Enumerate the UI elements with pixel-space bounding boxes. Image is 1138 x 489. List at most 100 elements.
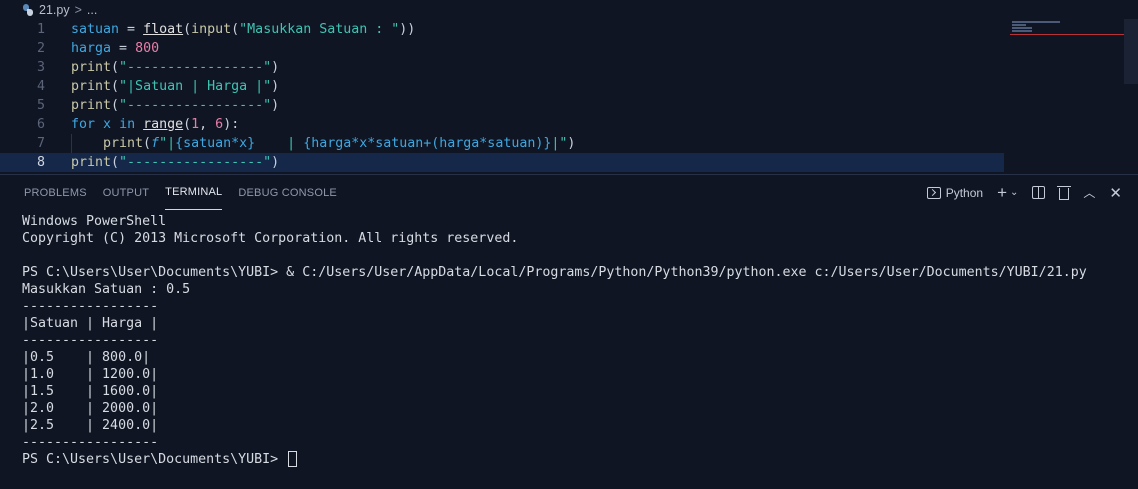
token-keyword: in bbox=[119, 117, 136, 132]
token-function: print bbox=[71, 79, 112, 94]
plus-icon: + bbox=[997, 182, 1008, 202]
terminal-prompt-line[interactable]: PS C:\Users\User\Documents\YUBI> bbox=[22, 451, 1087, 468]
token-variable: x bbox=[95, 117, 120, 132]
code-text: print("|Satuan | Harga |") bbox=[71, 79, 279, 94]
code-line[interactable]: 6 for x in range(1, 6): bbox=[0, 115, 1004, 134]
token-paren: ) bbox=[271, 60, 280, 75]
chevron-right-icon: > bbox=[74, 2, 82, 17]
python-file-icon bbox=[22, 3, 34, 16]
token-function: print bbox=[103, 136, 144, 151]
token-interpolation: {satuan*x} bbox=[175, 136, 256, 151]
terminal-line: |1.5 | 1600.0| bbox=[22, 384, 159, 399]
token-string: "|Satuan | Harga |" bbox=[119, 79, 272, 94]
token-function: range bbox=[143, 117, 184, 132]
code-text: for x in range(1, 6): bbox=[71, 117, 239, 132]
terminal-line: ----------------- bbox=[22, 333, 159, 348]
line-number: 7 bbox=[36, 136, 45, 151]
token-variable: satuan bbox=[71, 22, 120, 37]
line-number: 5 bbox=[36, 98, 45, 113]
token-paren: ) bbox=[271, 98, 280, 113]
line-number: 2 bbox=[36, 41, 45, 56]
token-string: "-----------------" bbox=[119, 155, 272, 170]
token-string: "-----------------" bbox=[119, 98, 272, 113]
tab-terminal[interactable]: TERMINAL bbox=[165, 175, 223, 210]
line-number: 8 bbox=[36, 155, 45, 170]
code-line[interactable]: 1 satuan = float(input("Masukkan Satuan … bbox=[0, 20, 1004, 39]
terminal-line: |2.5 | 2400.0| bbox=[22, 418, 159, 433]
token-paren: ( bbox=[183, 22, 192, 37]
token-function: print bbox=[71, 98, 112, 113]
terminal-line: Windows PowerShell bbox=[22, 214, 167, 229]
token-comma: , bbox=[199, 117, 216, 132]
token-string: |" bbox=[551, 136, 568, 151]
terminal-prompt: PS C:\Users\User\Documents\YUBI> bbox=[22, 452, 279, 467]
token-keyword: for bbox=[71, 117, 96, 132]
code-text: print("-----------------") bbox=[71, 98, 279, 113]
token-paren: ( bbox=[111, 155, 120, 170]
terminal-cursor bbox=[288, 451, 298, 467]
tab-output[interactable]: OUTPUT bbox=[103, 175, 149, 210]
code-line-current[interactable]: 8 print("-----------------") bbox=[0, 153, 1004, 172]
token-paren: ( bbox=[111, 79, 120, 94]
line-number: 1 bbox=[36, 22, 45, 37]
code-text: satuan = float(input("Masukkan Satuan : … bbox=[71, 22, 415, 37]
token-paren: ( bbox=[111, 98, 120, 113]
token-paren: ( bbox=[183, 117, 192, 132]
token-paren: ): bbox=[223, 117, 240, 132]
breadcrumb: 21.py > ... bbox=[0, 0, 1138, 19]
new-terminal-button[interactable]: + ⌄ bbox=[997, 183, 1018, 203]
code-text: harga = 800 bbox=[71, 41, 159, 56]
split-terminal-button[interactable] bbox=[1032, 186, 1046, 199]
token-interpolation: {harga*x*satuan+(harga*satuan)} bbox=[303, 136, 552, 151]
line-number: 4 bbox=[36, 79, 45, 94]
token-paren: ( bbox=[111, 60, 120, 75]
terminal-line: ----------------- bbox=[22, 435, 159, 450]
token-paren: ) bbox=[271, 155, 280, 170]
maximize-panel-button[interactable]: ︿ bbox=[1083, 184, 1095, 201]
terminal-icon bbox=[926, 186, 941, 199]
token-variable: harga bbox=[71, 41, 112, 56]
close-panel-button[interactable]: ✕ bbox=[1109, 184, 1122, 202]
code-line[interactable]: 2 harga = 800 bbox=[0, 39, 1004, 58]
close-icon: ✕ bbox=[1109, 184, 1122, 202]
token-paren: ) bbox=[567, 136, 576, 151]
token-operator: = bbox=[119, 22, 144, 37]
shell-label: Python bbox=[945, 185, 984, 200]
token-fstring-prefix: f bbox=[151, 136, 160, 151]
code-line[interactable]: 5 print("-----------------") bbox=[0, 96, 1004, 115]
token-string: | bbox=[255, 136, 304, 151]
code-line[interactable]: 7 print(f"|{satuan*x} | {harga*x*satuan+… bbox=[0, 134, 1004, 153]
terminal-shell-selector[interactable]: Python bbox=[926, 185, 984, 200]
breadcrumb-file[interactable]: 21.py bbox=[39, 3, 70, 17]
breadcrumb-rest[interactable]: ... bbox=[87, 3, 97, 17]
code-text: print(f"|{satuan*x} | {harga*x*satuan+(h… bbox=[103, 136, 575, 151]
token-function: print bbox=[71, 60, 112, 75]
editor-scrollbar[interactable] bbox=[1124, 19, 1138, 84]
terminal-output[interactable]: Windows PowerShell Copyright (C) 2013 Mi… bbox=[22, 213, 1087, 468]
token-number: 6 bbox=[215, 117, 224, 132]
token-function: input bbox=[191, 22, 232, 37]
code-editor[interactable]: 1 satuan = float(input("Masukkan Satuan … bbox=[0, 19, 1138, 172]
terminal-line: PS C:\Users\User\Documents\YUBI> & C:/Us… bbox=[22, 265, 1087, 280]
token-paren: ( bbox=[143, 136, 152, 151]
kill-terminal-button[interactable] bbox=[1057, 185, 1072, 200]
tab-problems[interactable]: PROBLEMS bbox=[24, 175, 87, 210]
chevron-down-icon[interactable]: ⌄ bbox=[1010, 187, 1018, 198]
token-number: 800 bbox=[135, 41, 160, 56]
code-line[interactable]: 3 print("-----------------") bbox=[0, 58, 1004, 77]
split-icon bbox=[1032, 186, 1046, 199]
tab-debug-console[interactable]: DEBUG CONSOLE bbox=[238, 175, 337, 210]
token-operator: = bbox=[111, 41, 136, 56]
token-paren: ) bbox=[271, 79, 280, 94]
minimap[interactable] bbox=[1010, 19, 1124, 79]
panel-tabs: PROBLEMS OUTPUT TERMINAL DEBUG CONSOLE bbox=[0, 175, 345, 210]
line-number: 3 bbox=[36, 60, 45, 75]
token-function: print bbox=[71, 155, 112, 170]
indent-guide bbox=[71, 134, 72, 153]
minimap-line bbox=[1012, 21, 1060, 23]
chevron-up-icon: ︿ bbox=[1083, 186, 1096, 200]
code-line[interactable]: 4 print("|Satuan | Harga |") bbox=[0, 77, 1004, 96]
token-paren: ( bbox=[231, 22, 240, 37]
